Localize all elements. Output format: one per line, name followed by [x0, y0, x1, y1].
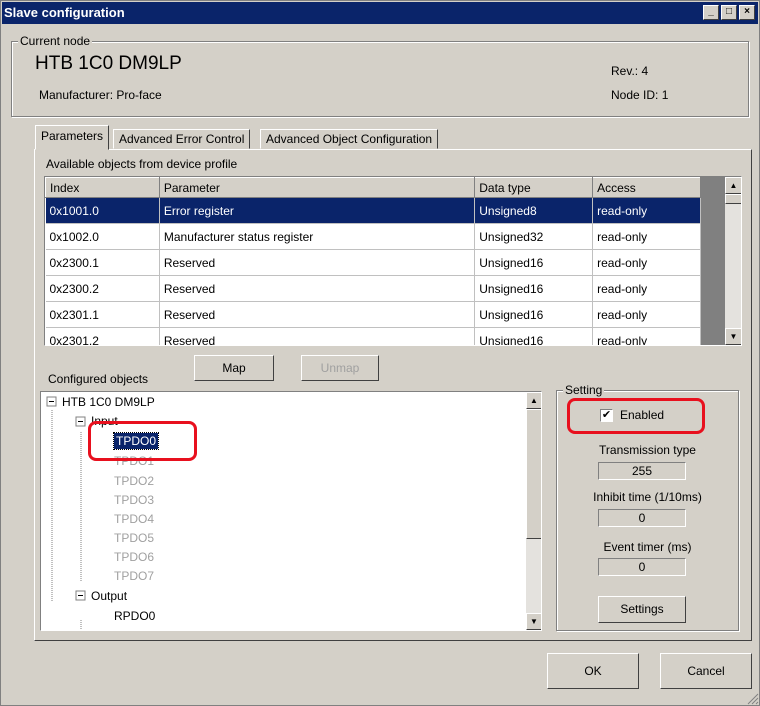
cell-access: read-only	[592, 197, 701, 224]
scroll-down-icon[interactable]: ▼	[725, 328, 741, 345]
cell-index: 0x2301.2	[45, 327, 160, 345]
column-header-parameter[interactable]: Parameter	[158, 177, 476, 198]
window-title: Slave configuration	[4, 5, 125, 20]
settings-button[interactable]: Settings	[598, 596, 686, 623]
tree-node-tpdo4[interactable]: TPDO4	[114, 511, 154, 527]
table-scrollbar[interactable]: ▲ ▼	[725, 177, 741, 345]
cell-parameter: Reserved	[159, 301, 476, 328]
tab-parameters[interactable]: Parameters	[35, 125, 110, 150]
table-row[interactable]: 0x2300.2 Reserved Unsigned16 read-only	[45, 275, 701, 302]
scroll-down-icon[interactable]: ▼	[526, 613, 541, 630]
table-row[interactable]: 0x1001.0 Error register Unsigned8 read-only	[45, 197, 701, 224]
column-header-index[interactable]: Index	[45, 177, 160, 198]
cell-index: 0x2301.1	[45, 301, 160, 328]
column-header-access[interactable]: Access	[592, 177, 701, 198]
cell-data-type: Unsigned16	[474, 327, 594, 345]
transmission-type-label: Transmission type	[599, 443, 696, 457]
tree-node-tpdo5[interactable]: TPDO5	[114, 530, 154, 546]
scroll-up-icon[interactable]: ▲	[725, 177, 741, 194]
tree-node-tpdo6[interactable]: TPDO6	[114, 549, 154, 565]
event-timer-field[interactable]: 0	[598, 558, 686, 576]
title-bar: Slave configuration _ □ ×	[2, 2, 758, 24]
current-node-legend: Current node	[18, 34, 93, 48]
minimize-button[interactable]: _	[703, 5, 719, 20]
table-row[interactable]: 0x2300.1 Reserved Unsigned16 read-only	[45, 249, 701, 276]
table-row[interactable]: 0x2301.2 Reserved Unsigned16 read-only	[45, 327, 701, 345]
cell-access: read-only	[592, 327, 701, 345]
cell-index: 0x1002.0	[45, 223, 160, 250]
node-name: HTB 1C0 DM9LP	[35, 53, 182, 74]
ok-button[interactable]: OK	[547, 653, 639, 689]
cell-data-type: Unsigned16	[474, 249, 594, 276]
cell-data-type: Unsigned8	[474, 197, 594, 224]
tree-node-tpdo3[interactable]: TPDO3	[114, 492, 154, 508]
annotation-highlight-enabled	[567, 398, 705, 434]
configured-objects-label: Configured objects	[48, 372, 149, 386]
tree-node-tpdo2[interactable]: TPDO2	[114, 473, 154, 489]
tab-advanced-error-control[interactable]: Advanced Error Control	[113, 129, 251, 149]
cell-index: 0x2300.2	[45, 275, 160, 302]
available-objects-label: Available objects from device profile	[46, 157, 238, 171]
cell-access: read-only	[592, 301, 701, 328]
table-row[interactable]: 0x2301.1 Reserved Unsigned16 read-only	[45, 301, 701, 328]
inhibit-time-label: Inhibit time (1/10ms)	[593, 490, 702, 504]
node-id-label: Node ID: 1	[611, 88, 669, 102]
scroll-up-icon[interactable]: ▲	[526, 392, 541, 409]
close-button[interactable]: ×	[739, 5, 755, 20]
inhibit-time-field[interactable]: 0	[598, 509, 686, 527]
tree-node-root[interactable]: HTB 1C0 DM9LP	[62, 394, 155, 410]
cell-index: 0x1001.0	[45, 197, 160, 224]
cell-data-type: Unsigned16	[474, 301, 594, 328]
scroll-thumb[interactable]	[526, 409, 541, 539]
tab-advanced-object-configuration[interactable]: Advanced Object Configuration	[260, 129, 439, 149]
unmap-button[interactable]: Unmap	[301, 355, 379, 381]
maximize-button[interactable]: □	[721, 5, 737, 20]
cell-index: 0x2300.1	[45, 249, 160, 276]
annotation-highlight-tpdo0	[88, 421, 197, 461]
revision-label: Rev.: 4	[611, 64, 649, 78]
cell-parameter: Reserved	[159, 275, 476, 302]
cell-parameter: Error register	[159, 197, 476, 224]
cell-parameter: Reserved	[159, 327, 476, 345]
table-empty-area	[701, 177, 725, 345]
objects-table[interactable]: Index Parameter Data type Access 0x1001.…	[44, 176, 742, 346]
setting-legend: Setting	[563, 383, 605, 397]
tree-node-rpdo0[interactable]: RPDO0	[114, 608, 155, 624]
table-row[interactable]: 0x1002.0 Manufacturer status register Unsi…	[45, 223, 701, 250]
cancel-button[interactable]: Cancel	[660, 653, 752, 689]
scroll-thumb[interactable]	[725, 194, 741, 204]
dialog-window: Slave configuration _ □ × Current node H…	[0, 0, 760, 706]
cell-parameter: Manufacturer status register	[159, 223, 476, 250]
column-header-data-type[interactable]: Data type	[474, 177, 594, 198]
cell-access: read-only	[592, 275, 701, 302]
resize-grip-icon[interactable]	[745, 691, 759, 705]
tree-node-tpdo7[interactable]: TPDO7	[114, 568, 154, 584]
cell-access: read-only	[592, 249, 701, 276]
cell-parameter: Reserved	[159, 249, 476, 276]
tree-node-output[interactable]: Output	[91, 588, 127, 604]
cell-data-type: Unsigned32	[474, 223, 594, 250]
event-timer-label: Event timer (ms)	[603, 540, 692, 554]
manufacturer-label: Manufacturer: Pro-face	[39, 88, 162, 102]
cell-data-type: Unsigned16	[474, 275, 594, 302]
transmission-type-field[interactable]: 255	[598, 462, 686, 480]
tree-scrollbar[interactable]: ▲ ▼	[526, 392, 541, 630]
cell-access: read-only	[592, 223, 701, 250]
map-button[interactable]: Map	[194, 355, 274, 381]
